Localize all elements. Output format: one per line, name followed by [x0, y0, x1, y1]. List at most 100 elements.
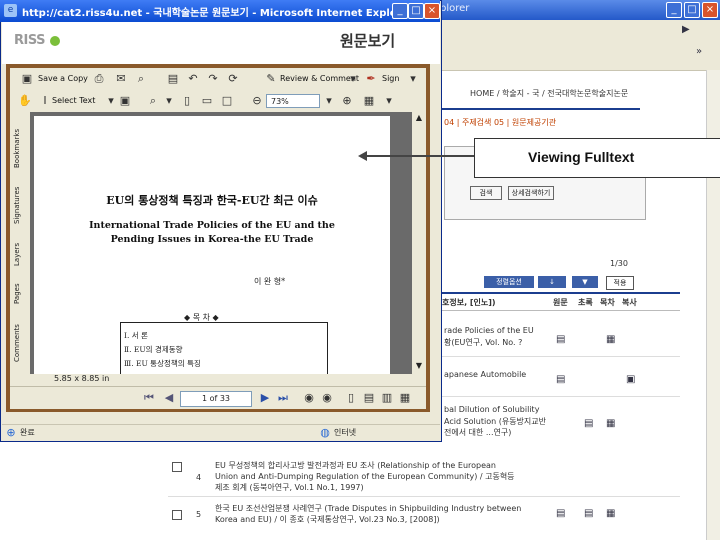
- toc-icon[interactable]: ▦: [606, 418, 615, 429]
- nav-tabs-row[interactable]: 04 | 주제검색 05 | 원문제공기관: [444, 117, 556, 128]
- tab-comments[interactable]: Comments: [13, 318, 27, 368]
- previous-page-icon[interactable]: ◀: [162, 391, 176, 405]
- scroll-down-icon[interactable]: ▼: [413, 361, 425, 373]
- background-toolbar: ▶ »: [440, 20, 720, 71]
- dropdown-arrow-icon[interactable]: ▾: [406, 72, 420, 86]
- tab-bookmarks[interactable]: Bookmarks: [13, 120, 27, 176]
- tab-layers[interactable]: Layers: [13, 236, 27, 272]
- popup-close-icon[interactable]: ×: [424, 3, 440, 19]
- security-zone-label: 인터넷: [334, 428, 357, 437]
- pdf-page-navigation: ⏮ ◀ 1 of 33 ▶ ⏭ ◉ ◉ ▯ ▤ ▥ ▦: [10, 386, 426, 409]
- row-divider: [440, 396, 680, 397]
- result-title-line[interactable]: 한국 EU 조선산업분쟁 사례연구 (Trade Disputes in Shi…: [215, 503, 521, 514]
- close-icon[interactable]: ×: [702, 2, 718, 18]
- scroll-up-icon[interactable]: ▲: [413, 113, 425, 125]
- copy-page-icon[interactable]: ▤: [166, 72, 180, 86]
- document-title-english-line1: International Trade Policies of the EU a…: [89, 220, 335, 231]
- fit-page-icon[interactable]: ▭: [200, 94, 214, 108]
- undo-icon[interactable]: ↶: [186, 72, 200, 86]
- toc-icon[interactable]: ▦: [606, 334, 615, 345]
- document-scrollbar[interactable]: ▲ ▼: [412, 112, 426, 374]
- save-icon[interactable]: ▣: [20, 72, 34, 86]
- search-icon[interactable]: ⌕: [134, 72, 148, 86]
- zoom-level-field[interactable]: 73%: [266, 94, 320, 108]
- pdf-status-bar: 5.85 x 8.85 in: [10, 374, 426, 386]
- email-icon[interactable]: ✉: [114, 72, 128, 86]
- actual-size-icon[interactable]: ▯: [180, 94, 194, 108]
- snapshot-icon[interactable]: ▣: [118, 94, 132, 108]
- previous-view-icon[interactable]: ◉: [302, 391, 316, 405]
- grid-icon[interactable]: ▦: [362, 94, 376, 108]
- popup-minimize-icon[interactable]: _: [392, 3, 408, 19]
- result-title-line: 황(EU연구, Vol. No. ?: [444, 338, 523, 347]
- copy-icon[interactable]: ▣: [626, 374, 635, 385]
- facing-icon[interactable]: ▥: [380, 391, 394, 405]
- toc-icon[interactable]: ▦: [606, 508, 615, 519]
- internet-zone-icon: ◍: [320, 426, 330, 439]
- result-title-line: Korea and EU) / 이 종호 (국제통상연구, Vol.23 No.…: [215, 515, 440, 524]
- abstract-icon[interactable]: ▤: [584, 418, 593, 429]
- row-checkbox[interactable]: [172, 510, 182, 520]
- dropdown-arrow-icon[interactable]: ▾: [322, 94, 336, 108]
- fulltext-download-icon[interactable]: ▤: [556, 374, 565, 385]
- document-author: 이 완 형*: [254, 277, 286, 286]
- fulltext-download-icon[interactable]: ▤: [556, 334, 565, 345]
- print-icon[interactable]: ⎙: [92, 72, 106, 86]
- dropdown-arrow-icon[interactable]: ▾: [104, 94, 118, 108]
- rotate-icon[interactable]: ⟳: [226, 72, 240, 86]
- sign-pen-icon[interactable]: ✒: [364, 72, 378, 86]
- fulltext-download-icon[interactable]: ▤: [556, 508, 565, 519]
- row-checkbox[interactable]: [172, 462, 182, 472]
- redo-icon[interactable]: ↷: [206, 72, 220, 86]
- pdf-toolbar-top: ▣ Save a Copy ⎙ ✉ ⌕ ▤ ↶ ↷ ⟳ ✎ Review & C…: [10, 68, 426, 91]
- tab-signatures[interactable]: Signatures: [13, 180, 27, 230]
- column-header-toc: 목차: [600, 298, 615, 307]
- select-text-button[interactable]: Select Text: [52, 93, 95, 109]
- dropdown-arrow-icon[interactable]: ▾: [382, 94, 396, 108]
- apply-button[interactable]: 적용: [606, 276, 634, 290]
- pdf-navigation-tabs: Bookmarks Signatures Layers Pages Commen…: [10, 112, 30, 374]
- maximize-icon[interactable]: □: [684, 2, 700, 18]
- detail-search-button[interactable]: 상세검색하기: [508, 186, 554, 200]
- fit-width-icon[interactable]: □: [220, 94, 234, 108]
- continuous-facing-icon[interactable]: ▦: [398, 391, 412, 405]
- row-number: 4: [196, 473, 202, 482]
- review-icon[interactable]: ✎: [264, 72, 278, 86]
- search-button[interactable]: 검색: [470, 186, 502, 200]
- result-title-line[interactable]: rade Policies of the EU: [444, 326, 534, 335]
- result-title-line[interactable]: apanese Automobile: [444, 370, 526, 379]
- go-arrow-icon[interactable]: ▶: [682, 24, 690, 35]
- next-page-icon[interactable]: ▶: [258, 391, 272, 405]
- dropdown-arrow-icon[interactable]: ▾: [346, 72, 360, 86]
- column-header-abstract: 초록: [578, 298, 593, 307]
- page-heading: 원문보기: [340, 32, 396, 50]
- select-text-icon[interactable]: I: [38, 94, 52, 108]
- last-page-icon[interactable]: ⏭: [276, 391, 290, 405]
- next-view-icon[interactable]: ◉: [320, 391, 334, 405]
- zoom-in-icon[interactable]: ⊕: [340, 94, 354, 108]
- breadcrumb: HOME / 학술지 - 국 / 전국대학논문학술지논문: [470, 89, 629, 98]
- row-divider: [168, 496, 680, 497]
- sort-select[interactable]: 정렬옵션: [484, 276, 534, 288]
- callout-arrow: [360, 155, 476, 157]
- hand-tool-icon[interactable]: ✋: [18, 94, 32, 108]
- page-number-field[interactable]: 1 of 33: [180, 391, 252, 407]
- popup-maximize-icon[interactable]: □: [408, 3, 424, 19]
- minimize-icon[interactable]: _: [666, 2, 682, 18]
- links-chevron-icon[interactable]: »: [696, 46, 702, 57]
- abstract-icon[interactable]: ▤: [584, 508, 593, 519]
- zoom-out-icon[interactable]: ⊖: [250, 94, 264, 108]
- page-size-select[interactable]: ▼: [572, 276, 598, 288]
- tab-pages[interactable]: Pages: [13, 276, 27, 312]
- single-page-icon[interactable]: ▯: [344, 391, 358, 405]
- result-title-line[interactable]: EU 무성정책의 합리사고방 발전과정과 EU 조사 (Relationship…: [215, 460, 496, 471]
- zoom-icon[interactable]: ⌕: [146, 94, 160, 108]
- sign-button[interactable]: Sign: [382, 71, 399, 87]
- first-page-icon[interactable]: ⏮: [142, 391, 156, 405]
- save-copy-button[interactable]: Save a Copy: [38, 71, 88, 87]
- popup-title: http://cat2.riss4u.net - 국내학술논문 원문보기 - M…: [22, 8, 414, 19]
- result-title-line[interactable]: bal Dilution of Solubility: [444, 405, 539, 414]
- dropdown-arrow-icon[interactable]: ▾: [162, 94, 176, 108]
- continuous-icon[interactable]: ▤: [362, 391, 376, 405]
- order-select[interactable]: ↓: [538, 276, 566, 288]
